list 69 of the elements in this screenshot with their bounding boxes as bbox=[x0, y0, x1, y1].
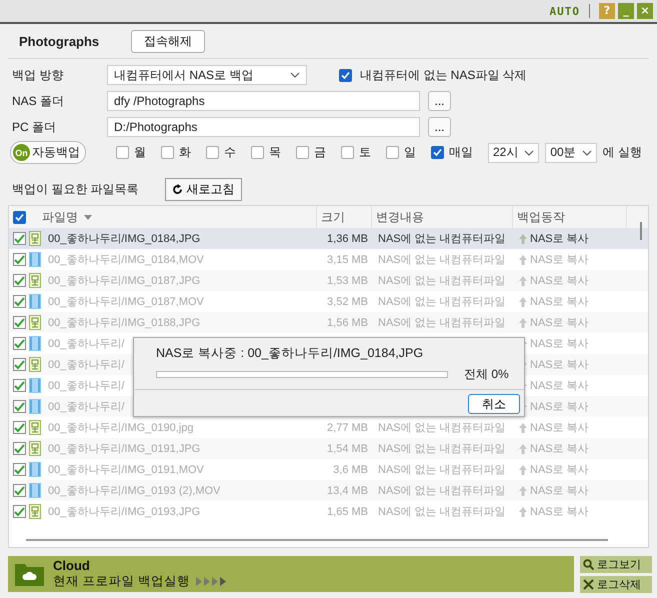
day-label: 월 bbox=[134, 144, 146, 161]
file-name: 00_좋하나두리/IMG_0187,MOV bbox=[47, 295, 204, 309]
day-label: 일 bbox=[404, 144, 416, 161]
file-name: 00_좋하나두리/IMG_0191,MOV bbox=[47, 463, 204, 477]
file-size: 3,15 MB bbox=[327, 254, 368, 266]
run-backup-label: 현재 프로파일 백업실행 bbox=[53, 573, 190, 590]
action-text: NAS로 복사 bbox=[530, 253, 589, 267]
file-size: 1,53 MB bbox=[327, 274, 368, 286]
file-name: 00_좋하나두리/IMG_0191,JPG bbox=[47, 442, 200, 456]
file-name: 00_좋하나두리/IMG_0190,jpg bbox=[47, 421, 194, 435]
day-label: 매일 bbox=[449, 144, 473, 161]
file-size: 2,77 MB bbox=[327, 422, 368, 434]
file-size: 1,65 MB bbox=[327, 506, 368, 518]
profile-name: Photographs bbox=[19, 34, 100, 49]
change-text: NAS에 없는 내컴퓨터파일 bbox=[378, 317, 506, 329]
progress-message: NAS로 복사중 : 00_좋하나두리/IMG_0184,JPG bbox=[155, 345, 424, 362]
action-text: NAS로 복사 bbox=[530, 358, 589, 372]
action-text: NAS로 복사 bbox=[530, 484, 589, 498]
file-name: 00_좋하나두리/ bbox=[47, 358, 124, 372]
run-label: 에 실행 bbox=[602, 144, 642, 161]
toggle-knob: On bbox=[13, 144, 30, 161]
action-text: NAS로 복사 bbox=[530, 505, 589, 519]
day-label: 화 bbox=[179, 144, 191, 161]
action-text: NAS로 복사 bbox=[530, 295, 589, 309]
change-text: NAS에 없는 내컴퓨터파일 bbox=[378, 422, 506, 434]
action-text: NAS로 복사 bbox=[530, 232, 589, 246]
file-size: 3,52 MB bbox=[327, 296, 368, 308]
file-name: 00_좋하나두리/IMG_0187,JPG bbox=[47, 274, 200, 288]
file-name: 00_좋하나두리/IMG_0184,MOV bbox=[47, 253, 204, 267]
file-size: 3,6 MB bbox=[333, 464, 368, 476]
direction-label: 백업 방향 bbox=[12, 66, 64, 84]
change-text: NAS에 없는 내컴퓨터파일 bbox=[378, 443, 506, 455]
day-label: 목 bbox=[269, 144, 281, 161]
file-name: 00_좋하나두리/ bbox=[47, 337, 124, 351]
day-label: 수 bbox=[224, 144, 236, 161]
action-text: NAS로 복사 bbox=[530, 379, 589, 393]
file-name: 00_좋하나두리/ bbox=[47, 379, 124, 393]
change-text: NAS에 없는 내컴퓨터파일 bbox=[378, 233, 506, 245]
file-size: 1,54 MB bbox=[327, 442, 368, 454]
action-text: NAS로 복사 bbox=[530, 463, 589, 477]
file-name: 00_좋하나두리/IMG_0193,JPG bbox=[47, 505, 200, 519]
action-text: NAS로 복사 bbox=[530, 274, 589, 288]
file-size: 13,4 MB bbox=[327, 484, 368, 496]
file-size: 1,56 MB bbox=[327, 316, 368, 328]
change-text: NAS에 없는 내컴퓨터파일 bbox=[378, 464, 506, 476]
change-text: NAS에 없는 내컴퓨터파일 bbox=[378, 275, 506, 287]
change-text: NAS에 없는 내컴퓨터파일 bbox=[378, 506, 506, 518]
action-text: NAS로 복사 bbox=[530, 442, 589, 456]
change-text: NAS에 없는 내컴퓨터파일 bbox=[378, 485, 506, 497]
progress-total: 전체 0% bbox=[464, 366, 509, 383]
pc-folder-label: PC 폴더 bbox=[12, 118, 58, 136]
file-name: 00_좋하나두리/IMG_0184,JPG bbox=[47, 232, 200, 246]
file-name: 00_좋하나두리/IMG_0193 (2),MOV bbox=[47, 484, 220, 498]
action-text: NAS로 복사 bbox=[530, 400, 589, 414]
change-text: NAS에 없는 내컴퓨터파일 bbox=[378, 296, 506, 308]
profile-title: Cloud bbox=[53, 558, 91, 573]
file-list-title: 백업이 필요한 파일목록 bbox=[12, 181, 139, 198]
change-text: NAS에 없는 내컴퓨터파일 bbox=[378, 254, 506, 266]
delete-option-label: 내컴퓨터에 없는 NAS파일 삭제 bbox=[360, 66, 527, 84]
day-label: 금 bbox=[314, 144, 326, 161]
file-name: 00_좋하나두리/ bbox=[47, 400, 124, 414]
action-text: NAS로 복사 bbox=[530, 421, 589, 435]
file-size: 1,36 MB bbox=[327, 232, 368, 244]
action-text: NAS로 복사 bbox=[530, 316, 589, 330]
action-text: NAS로 복사 bbox=[530, 337, 589, 351]
nas-folder-label: NAS 폴더 bbox=[12, 92, 66, 110]
auto-label: AUTO bbox=[550, 4, 580, 18]
file-name: 00_좋하나두리/IMG_0188,JPG bbox=[47, 316, 200, 330]
day-label: 토 bbox=[359, 144, 371, 161]
